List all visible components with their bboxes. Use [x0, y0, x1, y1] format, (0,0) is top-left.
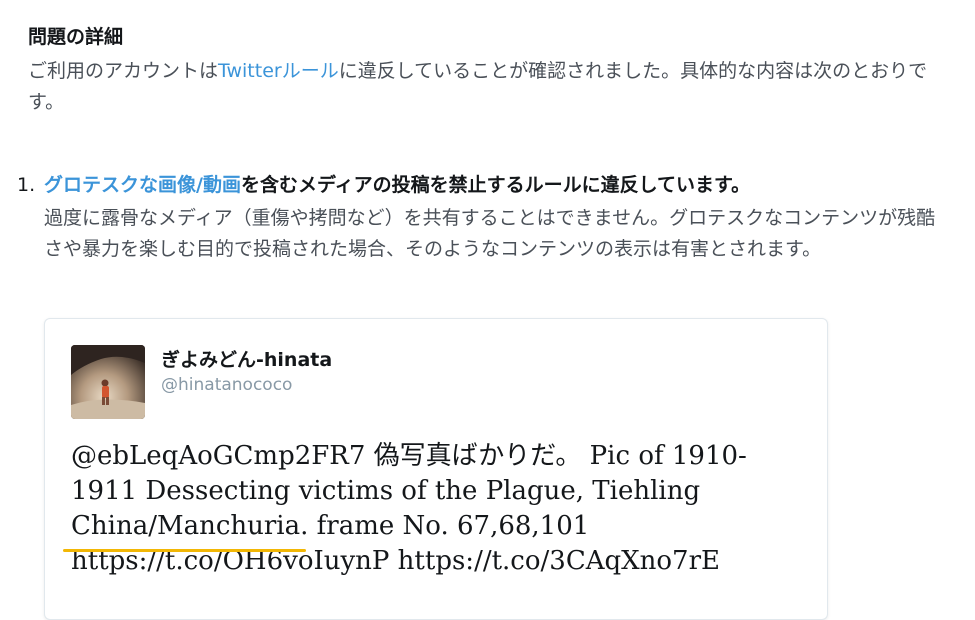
intro-prefix: ご利用のアカウントは [28, 60, 219, 82]
intro-text: ご利用のアカウントはTwitterルールに違反していることが確認されました。具体… [28, 56, 953, 118]
violation-heading-text: を含むメディアの投稿を禁止するルールに違反しています。 [240, 174, 751, 196]
tweet-text-before: @ebLeqAoGCmp2FR7 偽写真ばかりだ。 Pic of 1910-19… [71, 441, 747, 506]
violation-number: 1. [17, 174, 36, 196]
avatar[interactable] [71, 345, 145, 419]
highlighted-location: China/Manchuria [63, 509, 307, 552]
violation-description: 過度に露骨なメディア（重傷や拷問など）を共有することはできません。グロテスクなコ… [44, 207, 936, 260]
violation-heading: グロテスクな画像/動画を含むメディアの投稿を禁止するルールに違反しています。 [44, 170, 959, 200]
reported-tweet-card: ぎよみどん-hinata @hinatanococo @ebLeqAoGCmp2… [44, 318, 828, 620]
tweet-text: @ebLeqAoGCmp2FR7 偽写真ばかりだ。 Pic of 1910-19… [63, 439, 811, 579]
profile-photo-icon [71, 345, 145, 419]
highlight-underline [63, 549, 307, 552]
graphic-media-rule-link[interactable]: グロテスクな画像/動画 [44, 174, 241, 196]
section-title: 問題の詳細 [28, 26, 124, 48]
twitter-rules-link[interactable]: Twitterルール [218, 60, 339, 82]
tweet-display-name[interactable]: ぎよみどん-hinata [161, 345, 332, 372]
highlighted-location-text: China/Manchuria [71, 511, 301, 541]
tweet-handle[interactable]: @hinatanococo [161, 375, 292, 395]
